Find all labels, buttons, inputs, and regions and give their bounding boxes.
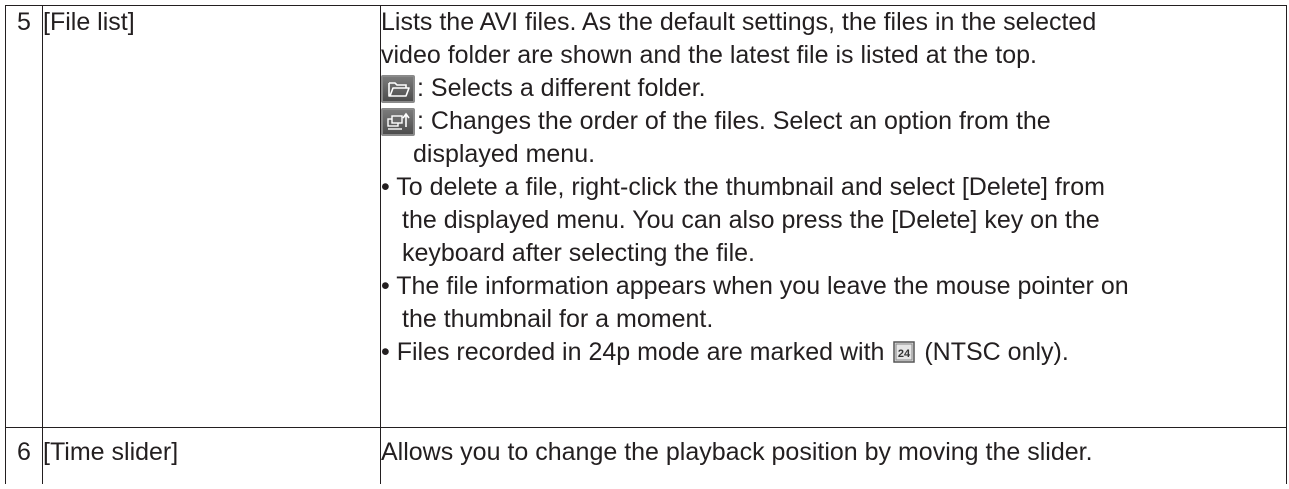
item-name: [File list] [42, 5, 381, 428]
table-row: 5 [File list] Lists the AVI files. As th… [5, 5, 1287, 428]
description-text: (NTSC only). [924, 338, 1069, 366]
svg-text:24: 24 [898, 348, 911, 360]
folder-button-description: : Selects a different folder. [381, 72, 1286, 105]
description-text: the thumbnail for a moment. [402, 305, 714, 333]
item-name: [Time slider] [42, 427, 381, 484]
description-table: 5 [File list] Lists the AVI files. As th… [5, 5, 1287, 484]
row-number: 6 [5, 427, 43, 484]
table-row: 6 [Time slider] Allows you to change the… [5, 427, 1287, 484]
description-text: keyboard after selecting the file. [402, 239, 755, 267]
description-text: video folder are shown and the latest fi… [381, 41, 1037, 69]
item-description: Allows you to change the playback positi… [380, 427, 1287, 484]
description-text: : Changes the order of the files. Select… [417, 107, 1051, 135]
description-text: • The file information appears when you … [381, 272, 1129, 300]
description-text: Lists the AVI files. As the default sett… [381, 8, 1097, 36]
sort-button-description: : Changes the order of the files. Select… [381, 105, 1286, 138]
folder-open-icon [381, 74, 415, 103]
description-text: displayed menu. [413, 140, 596, 168]
sort-order-icon [381, 107, 415, 136]
description-text: : Selects a different folder. [417, 74, 706, 102]
24p-mark-icon: 24 [893, 339, 916, 363]
row-number: 5 [5, 5, 43, 428]
description-text: • To delete a file, right-click the thum… [381, 173, 1105, 201]
description-text: • Files recorded in 24p mode are marked … [381, 338, 885, 366]
description-text: the displayed menu. You can also press t… [402, 206, 1100, 234]
item-description: Lists the AVI files. As the default sett… [380, 5, 1287, 428]
24p-note: • Files recorded in 24p mode are marked … [381, 336, 1286, 369]
